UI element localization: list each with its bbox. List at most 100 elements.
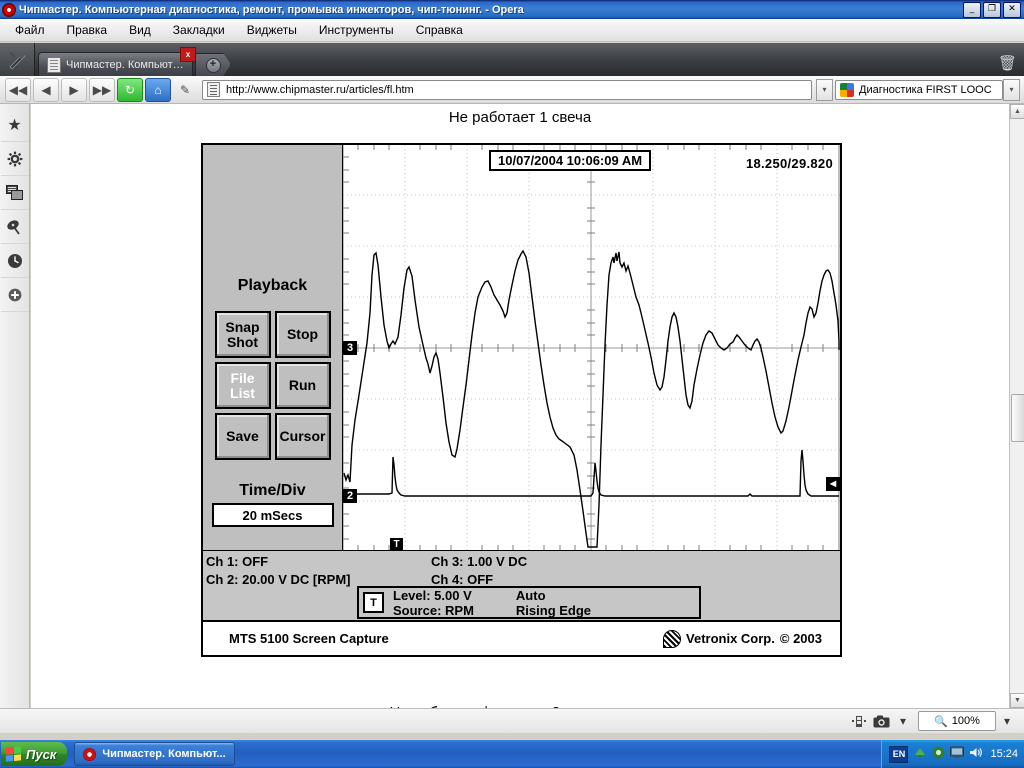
capture-timestamp: 10/07/2004 10:06:09 AM [489,150,652,171]
page-favicon-icon [47,56,61,73]
camera-dropdown-icon[interactable]: ▾ [892,712,914,730]
timediv-title: Time/Div [239,482,306,499]
browser-tab[interactable]: Чипмастер. Компьюте… x [38,47,196,76]
cursor-label: Cursor [279,428,326,444]
notes-icon[interactable] [0,176,29,210]
right-edge-marker[interactable]: ◄ [826,477,840,491]
title-bar: Чипмастер. Компьютерная диагностика, рем… [0,0,1024,19]
menu-tools[interactable]: Инструменты [308,20,405,40]
waveform-svg [343,145,840,550]
taskbar-item-opera[interactable]: Чипмастер. Компьют... [74,742,235,766]
scope-main: Playback Snap Shot Stop File List Run Sa… [203,145,840,551]
minimize-button[interactable]: _ [963,1,981,18]
timediv-value[interactable]: 20 mSecs [211,503,334,527]
url-dropdown-icon[interactable]: ▾ [816,78,833,101]
brand-block: Vetronix Corp. © 2003 [663,629,822,648]
add-panel-icon[interactable] [0,278,29,312]
restore-button[interactable]: ❐ [983,1,1001,18]
tab-label: Чипмастер. Компьюте… [66,58,184,71]
stop-label: Stop [286,326,319,342]
menu-widgets[interactable]: Виджеты [236,20,308,40]
tab-bar: Чипмастер. Компьюте… x + 🗑 [0,43,1024,76]
channel2-marker[interactable]: 2 [343,489,357,503]
run-label: Run [288,377,317,393]
camera-capture-icon [873,715,889,727]
menu-bookmarks[interactable]: Закладки [162,20,236,40]
wand-icon[interactable]: ✎ [173,79,197,101]
trigger-level: Level: 5.00 V [393,587,472,603]
menu-help[interactable]: Справка [405,20,474,40]
window-controls: _ ❐ ✕ [963,1,1024,18]
page-title: Не работает 1 свеча [448,109,592,126]
images-icon[interactable] [848,712,870,730]
snapshot-button[interactable]: Snap Shot [214,311,271,358]
plus-circle-icon [8,288,21,301]
trash-icon[interactable]: 🗑 [998,54,1017,72]
channel3-marker[interactable]: 3 [343,341,357,355]
save-label: Save [226,428,259,444]
playback-buttons: Snap Shot Stop File List Run Save Cursor [203,311,342,460]
home-icon[interactable]: ⌂ [145,77,171,102]
stop-button[interactable]: Stop [274,311,331,358]
url-input[interactable]: http://www.chipmaster.ru/articles/fl.htm [202,79,812,100]
save-button[interactable]: Save [214,413,271,460]
search-text: Диагностика FIRST LOOC [859,83,992,96]
close-button[interactable]: ✕ [1003,1,1021,18]
display-icon[interactable] [950,746,965,762]
page-scrollbar[interactable]: ▲ ▼ [1009,104,1024,708]
zoom-control[interactable]: 🔍 100% [918,711,996,731]
gear-icon [7,151,22,166]
trigger-level-source: Level: 5.00 V Source: RPM [393,588,474,618]
forward-button[interactable]: ▶ [61,77,87,102]
shield-icon[interactable] [932,746,945,762]
tools-icon[interactable] [0,43,35,76]
cursor-button[interactable]: Cursor [274,413,331,460]
menu-view[interactable]: Вид [118,20,162,40]
start-label: Пуск [26,746,57,762]
notes-icon [6,185,23,200]
fast-forward-button[interactable]: ▶▶ [89,77,115,102]
trigger-mode-edge: Auto Rising Edge [516,588,591,618]
tab-close-icon[interactable]: x [180,47,196,62]
menu-edit[interactable]: Правка [56,20,119,40]
widgets-gear-icon[interactable] [0,142,29,176]
search-input[interactable]: Диагностика FIRST LOOC [835,79,1003,100]
feeds-dish-icon[interactable] [0,210,29,244]
reload-icon[interactable]: ↻ [117,77,143,102]
bookmarks-star-icon[interactable]: ★ [0,108,29,142]
window-title: Чипмастер. Компьютерная диагностика, рем… [19,3,524,16]
history-clock-icon[interactable] [0,244,29,278]
menu-bar: Файл Правка Вид Закладки Виджеты Инструм… [0,19,1024,42]
new-tab-button[interactable]: + [195,53,231,76]
waveform-grid: 10/07/2004 10:06:09 AM 18.250/29.820 3 2… [343,145,840,550]
scope-footer: MTS 5100 Screen Capture Vetronix Corp. ©… [203,620,840,655]
file-list-button[interactable]: File List [214,362,271,409]
scroll-down-arrow[interactable]: ▼ [1010,693,1024,708]
rewind-button[interactable]: ◀◀ [5,77,31,102]
menu-file[interactable]: Файл [4,20,56,40]
back-button[interactable]: ◀ [33,77,59,102]
windows-flag-icon [6,746,21,762]
zoom-magnifier-icon: 🔍 [934,715,948,728]
channel-1-info: Ch 1: OFF [206,554,269,569]
start-button[interactable]: Пуск [1,742,68,766]
network-icon[interactable] [913,746,927,762]
address-bar: ◀◀ ◀ ▶ ▶▶ ↻ ⌂ ✎ http://www.chipmaster.ru… [0,76,1024,104]
search-engine-icon [840,82,854,97]
run-button[interactable]: Run [274,362,331,409]
scrollbar-thumb[interactable] [1011,394,1024,442]
plus-icon: + [205,57,221,73]
playback-title: Playback [237,277,308,294]
language-indicator[interactable]: EN [889,745,909,763]
volume-icon[interactable] [969,746,983,762]
trigger-edge: Rising Edge [515,602,592,618]
zoom-dropdown-icon[interactable]: ▾ [996,712,1018,730]
vetronix-logo-icon [663,629,682,648]
search-dropdown-icon[interactable]: ▾ [1003,78,1020,101]
tray-clock[interactable]: 15:24 [990,748,1018,760]
camera-icon[interactable] [870,712,892,730]
scope-channel-info: Ch 1: OFF Ch 2: 20.00 V DC [RPM] Ch 3: 1… [203,550,840,620]
scroll-up-arrow[interactable]: ▲ [1010,104,1024,119]
snapshot-label-bottom: Shot [226,333,259,350]
brand-name: Vetronix Corp. [686,631,775,646]
